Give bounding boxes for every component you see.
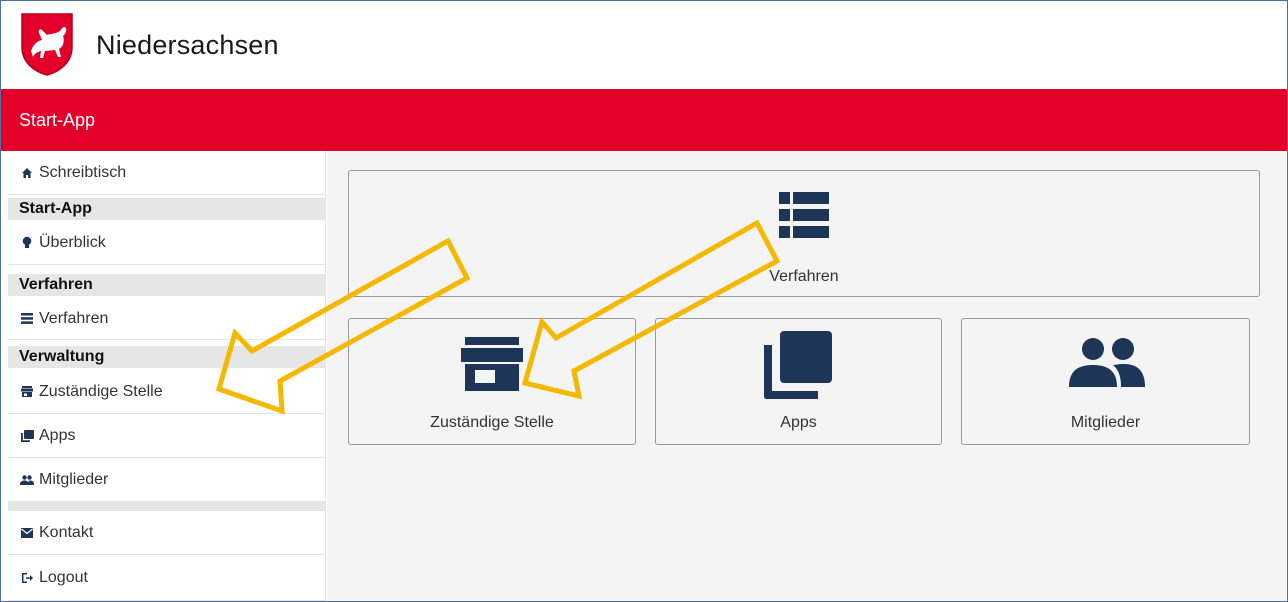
app-title[interactable]: Start-App (19, 110, 95, 131)
logout-icon (19, 572, 35, 584)
sidebar-item-verfahren[interactable]: Verfahren (8, 298, 326, 340)
mail-icon (19, 527, 35, 538)
sidebar-item-logout[interactable]: Logout (8, 555, 326, 601)
sidebar-item-label: Mitglieder (39, 470, 109, 488)
app-header-bar: Start-App (1, 89, 1287, 151)
sidebar-heading-start-app: Start-App (8, 198, 326, 220)
store-icon (19, 386, 35, 397)
brand-bar: Niedersachsen (1, 1, 1287, 89)
list-icon (19, 313, 35, 324)
list-icon (779, 192, 829, 238)
apps-icon (764, 331, 832, 399)
sidebar-item-zustaendige-stelle[interactable]: Zuständige Stelle (8, 370, 326, 414)
sidebar-item-label: Kontakt (39, 523, 94, 541)
sidebar-item-label: Verfahren (39, 309, 109, 327)
sidebar-item-label: Apps (39, 426, 76, 444)
sidebar-item-kontakt[interactable]: Kontakt (8, 511, 326, 555)
tile-label: Apps (780, 414, 817, 431)
sidebar-item-schreibtisch[interactable]: Schreibtisch (8, 151, 326, 195)
tile-label: Zuständige Stelle (430, 414, 554, 431)
sidebar-item-mitglieder[interactable]: Mitglieder (8, 458, 326, 502)
apps-icon (19, 429, 35, 442)
store-icon (461, 337, 523, 391)
tile-mitglieder[interactable]: Mitglieder (961, 318, 1250, 445)
home-icon (19, 167, 35, 179)
lightbulb-icon (19, 236, 35, 249)
sidebar-item-label: Logout (39, 568, 88, 586)
sidebar-heading-verfahren: Verfahren (8, 274, 326, 296)
sidebar-separator (8, 502, 326, 511)
tile-label: Mitglieder (1070, 414, 1141, 431)
main-content: Verfahren Zuständige Stelle Apps Mitglie… (327, 151, 1287, 601)
tile-label: Verfahren (769, 268, 839, 285)
sidebar-item-label: Schreibtisch (39, 163, 127, 181)
tile-apps[interactable]: Apps (655, 318, 942, 445)
sidebar-item-label: Überblick (39, 233, 106, 251)
tile-zustaendige-stelle[interactable]: Zuständige Stelle (348, 318, 636, 445)
sidebar-item-label: Zuständige Stelle (39, 382, 163, 400)
brand-name: Niedersachsen (96, 30, 279, 60)
people-icon (1069, 338, 1145, 387)
lower-saxony-horse-crest-logo[interactable] (19, 11, 75, 77)
tile-verfahren[interactable]: Verfahren (348, 170, 1260, 297)
sidebar-item-ueberblick[interactable]: Überblick (8, 221, 326, 265)
people-icon (19, 474, 35, 485)
sidebar: Schreibtisch Start-App Überblick Verfahr… (8, 151, 326, 601)
sidebar-heading-verwaltung: Verwaltung (8, 346, 326, 368)
sidebar-item-apps[interactable]: Apps (8, 414, 326, 458)
app-window: Niedersachsen Start-App Schreibtisch Sta… (0, 0, 1288, 602)
